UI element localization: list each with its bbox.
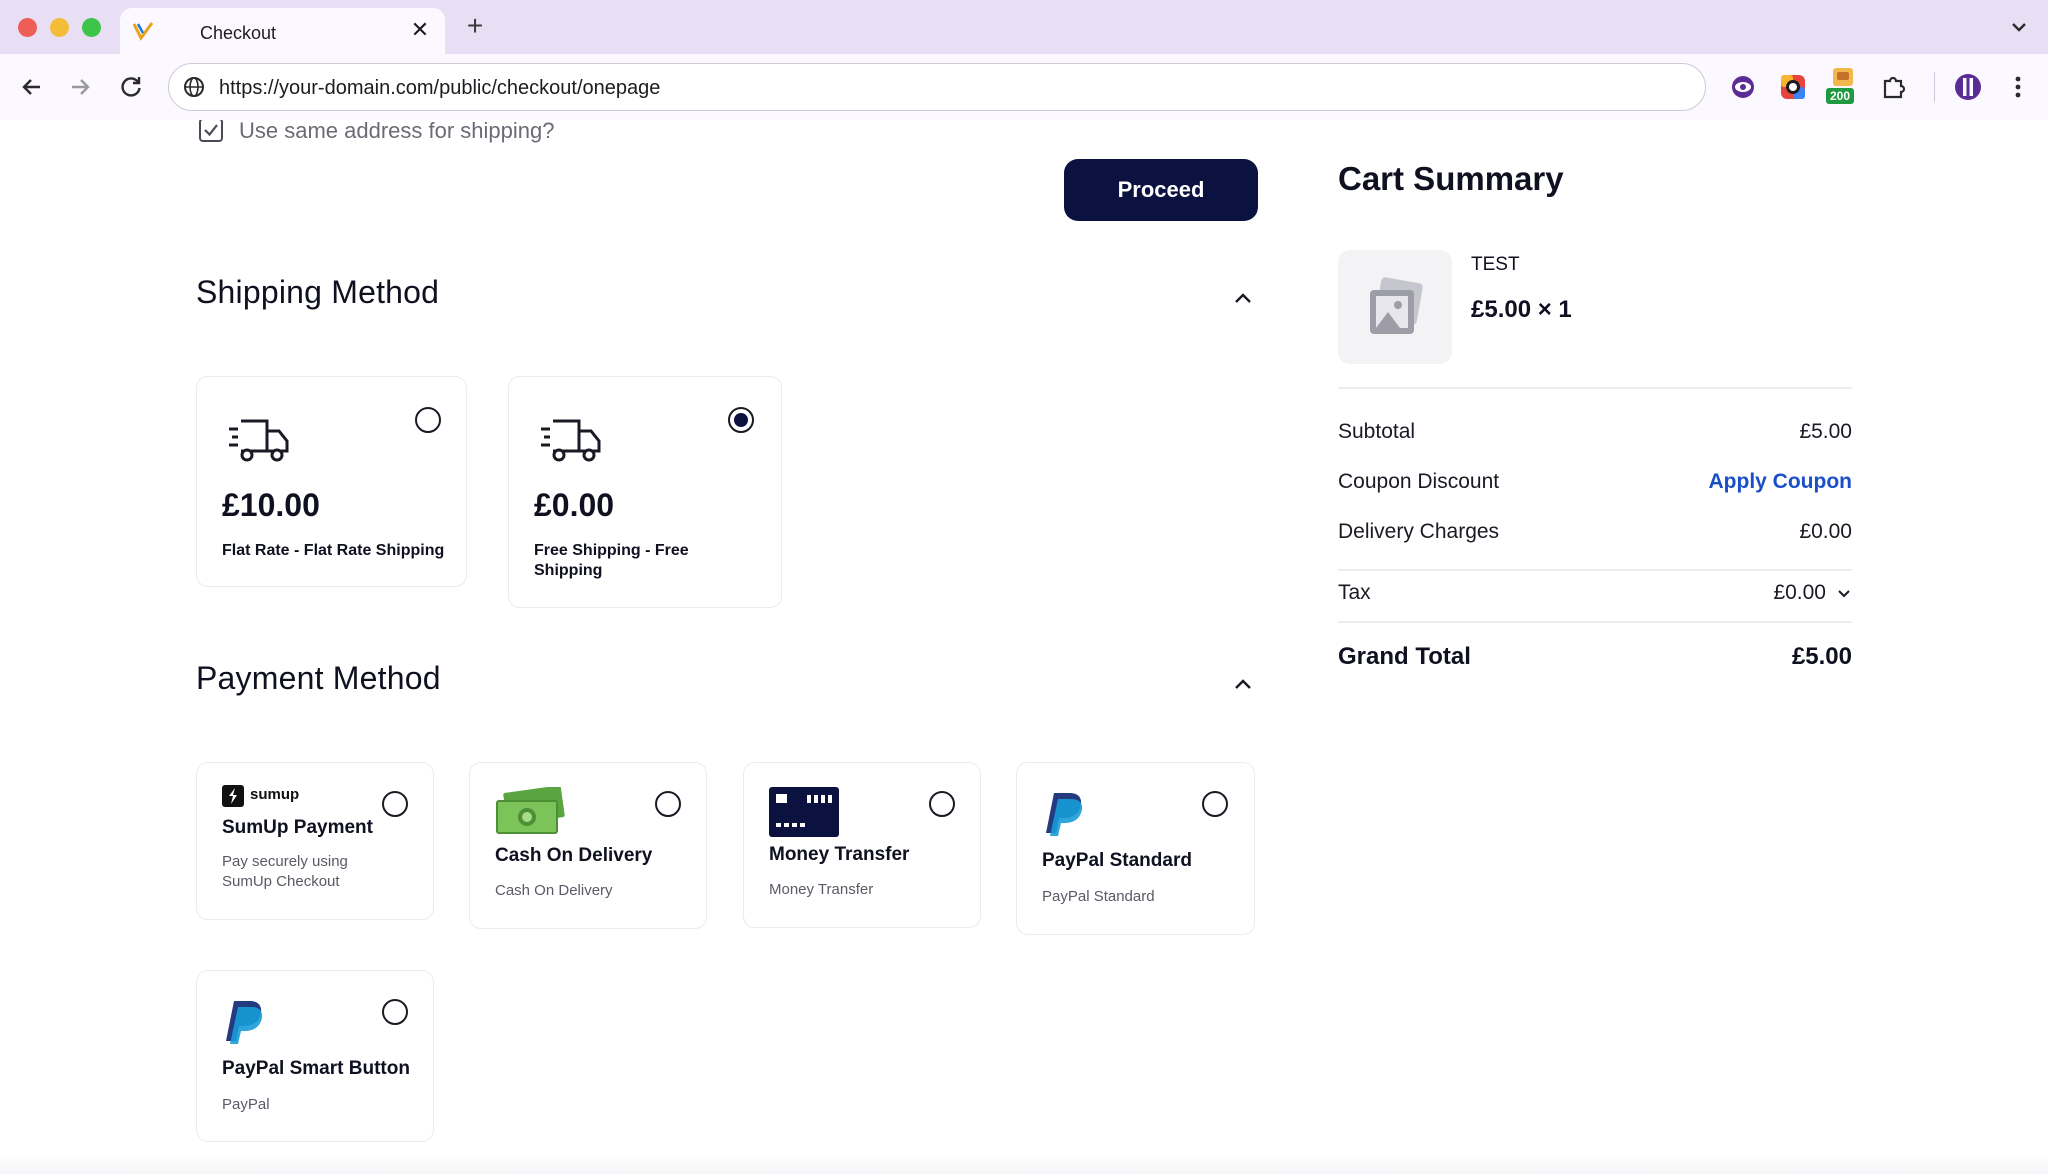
eye-extension-icon[interactable] [1728, 72, 1758, 102]
checkmark-icon [204, 124, 218, 137]
payment-option-sumup[interactable]: sumup SumUp Payment Pay securely using S… [196, 762, 434, 920]
payment-paypal-smart-button-subtitle: PayPal [222, 1096, 270, 1113]
cart-divider [1338, 621, 1852, 623]
shipping-method-title: Shipping Method [196, 274, 440, 310]
payment-cash-on-delivery-subtitle: Cash On Delivery [495, 882, 613, 899]
browser-toolbar: https://your-domain.com/public/checkout/… [0, 54, 2048, 120]
extension-count-badge: 200 [1826, 88, 1855, 104]
tax-value: £0.00 [1773, 581, 1826, 604]
sumup-logo-icon [222, 785, 244, 807]
payment-option-money-transfer[interactable]: Money Transfer Money Transfer [743, 762, 981, 928]
product-thumbnail[interactable] [1338, 250, 1452, 364]
cash-banknote-icon [496, 787, 565, 834]
delivery-truck-icon [229, 419, 289, 462]
payment-cash-on-delivery-title: Cash On Delivery [495, 845, 653, 866]
bank-card-icon [769, 787, 839, 837]
profile-avatar-icon[interactable] [1953, 72, 1983, 102]
cart-divider [1338, 569, 1852, 571]
color-picker-extension-icon[interactable] [1778, 72, 1808, 102]
minimize-window-button[interactable] [50, 18, 69, 37]
paypal-logo-icon [226, 1001, 263, 1044]
subtotal-label: Subtotal [1338, 420, 1416, 443]
payment-paypal-smart-button-radio[interactable] [382, 999, 408, 1025]
maximize-window-button[interactable] [82, 18, 101, 37]
payment-method-title: Payment Method [196, 660, 441, 696]
shipping-flat-rate-radio[interactable] [415, 407, 441, 433]
apply-coupon-link[interactable]: Apply Coupon [1709, 470, 1852, 494]
payment-paypal-smart-button-title: PayPal Smart Button [222, 1058, 410, 1079]
collapse-shipping-chevron-up-icon[interactable] [1232, 287, 1254, 309]
tab-title: Checkout [200, 23, 277, 43]
payment-option-paypal-standard[interactable]: PayPal Standard PayPal Standard [1016, 762, 1255, 935]
same-address-label: Use same address for shipping? [239, 120, 555, 143]
address-bar-url: https://your-domain.com/public/checkout/… [219, 77, 661, 99]
same-address-checkbox[interactable] [199, 120, 223, 142]
toolbar-divider [1934, 72, 1935, 102]
delivery-charges-value: £0.00 [1799, 520, 1852, 543]
shipping-free-radio[interactable] [728, 407, 754, 433]
site-favicon-icon [132, 22, 154, 41]
tax-toggle[interactable]: £0.00 [1773, 581, 1852, 605]
paypal-logo-icon [1046, 793, 1083, 836]
coupon-discount-label: Coupon Discount [1338, 470, 1500, 493]
payment-paypal-standard-title: PayPal Standard [1042, 850, 1192, 871]
checkout-page: Use same address for shipping? Proceed S… [0, 120, 2048, 1174]
cart-item-name: TEST [1471, 254, 1520, 275]
puzzle-extensions-icon[interactable] [1879, 72, 1909, 102]
tax-label: Tax [1338, 581, 1371, 604]
browser-tab-checkout[interactable]: Checkout ✕ [120, 8, 445, 54]
address-bar[interactable]: https://your-domain.com/public/checkout/… [168, 63, 1706, 111]
payment-money-transfer-subtitle: Money Transfer [769, 881, 874, 898]
sumup-brand-text: sumup [250, 786, 300, 803]
cart-summary-title: Cart Summary [1338, 160, 1564, 197]
cart-item-price-quantity: £5.00 × 1 [1471, 296, 1572, 323]
payment-cash-on-delivery-radio[interactable] [655, 791, 681, 817]
image-placeholder-icon [1370, 277, 1423, 334]
payment-sumup-title: SumUp Payment [222, 817, 373, 838]
subtotal-value: £5.00 [1799, 420, 1852, 443]
close-tab-icon[interactable]: ✕ [407, 17, 433, 43]
shipping-option-flat-rate[interactable]: £10.00 Flat Rate - Flat Rate Shipping [196, 376, 467, 587]
shipping-free-label: Free Shipping - Free Shipping [534, 542, 689, 579]
payment-option-cash-on-delivery[interactable]: Cash On Delivery Cash On Delivery [469, 762, 707, 929]
tab-search-chevron-icon[interactable] [2004, 12, 2034, 42]
payment-sumup-subtitle: Pay securely using SumUp Checkout [222, 853, 348, 890]
site-info-globe-icon[interactable] [183, 76, 205, 98]
page-bottom-fade [0, 1153, 2048, 1174]
payment-paypal-standard-radio[interactable] [1202, 791, 1228, 817]
shipping-free-price: £0.00 [534, 487, 615, 523]
shipping-option-free[interactable]: £0.00 Free Shipping - Free Shipping [508, 376, 782, 608]
payment-money-transfer-radio[interactable] [929, 791, 955, 817]
delivery-charges-label: Delivery Charges [1338, 520, 1500, 543]
browser-menu-icon[interactable] [2003, 72, 2033, 102]
shipping-flat-rate-price: £10.00 [222, 487, 320, 523]
cart-divider [1338, 387, 1852, 389]
browser-tab-strip: Checkout ✕ + [0, 0, 2048, 54]
new-tab-icon[interactable]: + [460, 12, 490, 40]
payment-money-transfer-title: Money Transfer [769, 844, 910, 865]
grand-total-value: £5.00 [1791, 643, 1852, 670]
payment-paypal-standard-subtitle: PayPal Standard [1042, 888, 1155, 905]
payment-option-paypal-smart-button[interactable]: PayPal Smart Button PayPal [196, 970, 434, 1142]
back-arrow-icon[interactable] [18, 73, 46, 101]
reload-icon[interactable] [117, 73, 145, 101]
payment-sumup-radio[interactable] [382, 791, 408, 817]
proceed-button[interactable]: Proceed [1064, 159, 1258, 221]
delivery-truck-icon [541, 419, 601, 462]
close-window-button[interactable] [18, 18, 37, 37]
shipping-flat-rate-label: Flat Rate - Flat Rate Shipping [222, 542, 445, 559]
grand-total-label: Grand Total [1338, 643, 1471, 670]
chevron-down-icon [1838, 590, 1850, 598]
collapse-payment-chevron-up-icon[interactable] [1232, 673, 1254, 695]
forward-arrow-icon[interactable] [66, 73, 94, 101]
